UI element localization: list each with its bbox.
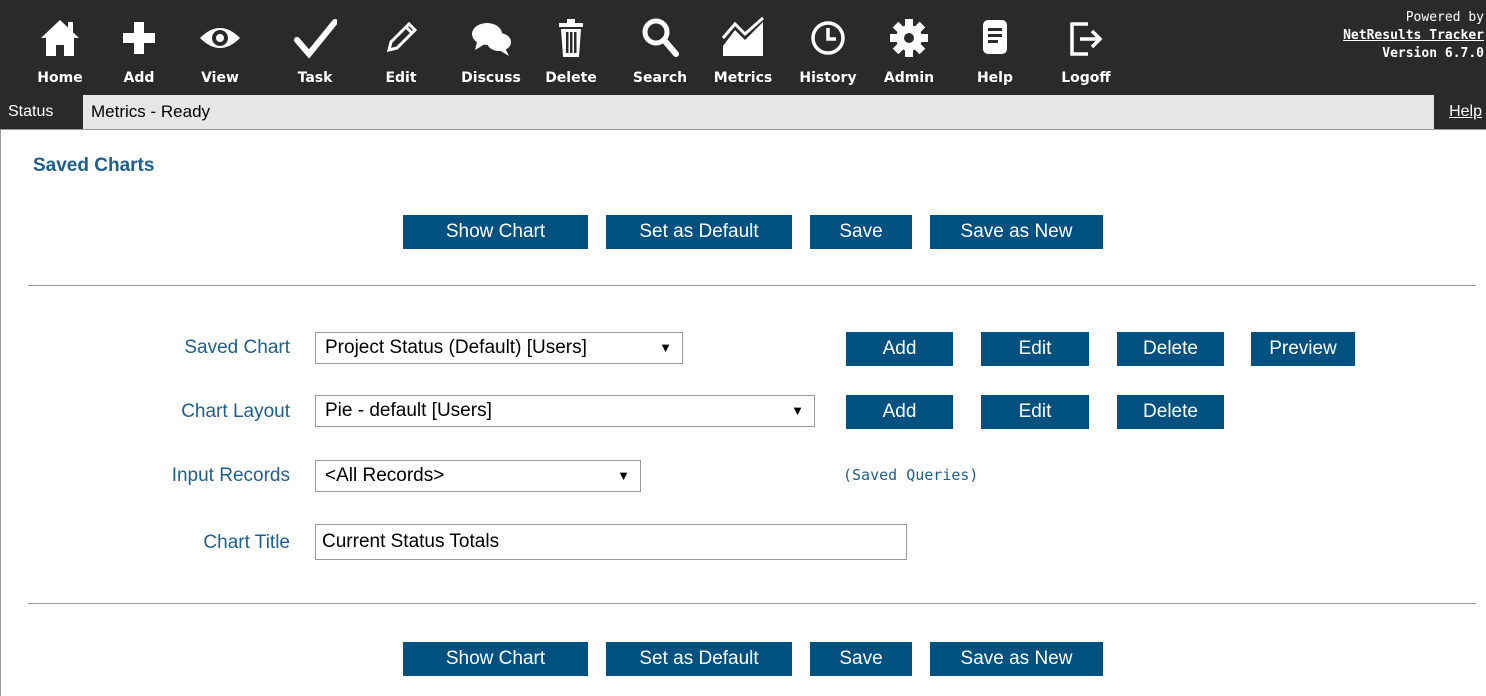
toolbar-edit-button[interactable]: Edit: [374, 0, 428, 95]
toolbar-logoff-label: Logoff: [1061, 70, 1111, 86]
document-icon: [983, 20, 1007, 54]
input-records-value: <All Records>: [325, 465, 445, 486]
chart-layout-label: Chart Layout: [181, 401, 290, 422]
status-message: Metrics - Ready: [91, 102, 211, 121]
toolbar-metrics-label: Metrics: [713, 70, 773, 86]
section-title: Saved Charts: [33, 155, 155, 176]
saved-chart-preview-button[interactable]: Preview: [1251, 332, 1355, 366]
logout-icon: [1070, 22, 1103, 56]
toolbar-admin-label: Admin: [883, 70, 935, 86]
toolbar-view-label: View: [201, 70, 239, 86]
chart-layout-edit-button[interactable]: Edit: [981, 395, 1089, 429]
toolbar-view-button[interactable]: View: [188, 0, 252, 95]
save-as-new-button-bottom[interactable]: Save as New: [930, 642, 1103, 676]
toolbar-home-label: Home: [37, 70, 83, 86]
trash-icon: [559, 19, 583, 57]
chart-icon: [721, 16, 764, 56]
chart-layout-delete-button[interactable]: Delete: [1117, 395, 1224, 429]
saved-queries-link[interactable]: (Saved Queries): [843, 466, 978, 484]
version-text: Version 6.7.0: [1382, 46, 1484, 61]
pencil-icon: [386, 21, 418, 53]
powered-by-block: Powered by NetResults Tracker Version 6.…: [1343, 9, 1484, 63]
eye-icon: [200, 28, 240, 48]
toolbar-admin-button[interactable]: Admin: [878, 0, 940, 95]
left-border: [0, 129, 1, 696]
toolbar-task-button[interactable]: Task: [288, 0, 342, 95]
toolbar-help-label: Help: [976, 70, 1014, 86]
toolbar-history-button[interactable]: History: [790, 0, 866, 95]
saved-chart-label: Saved Chart: [184, 337, 290, 358]
toolbar-discuss-button[interactable]: Discuss: [448, 0, 534, 95]
main-toolbar: Home Add View Task Edit Discuss Delete S…: [0, 0, 1486, 95]
chart-title-label: Chart Title: [203, 532, 290, 553]
divider-top: [28, 285, 1476, 286]
toolbar-metrics-button[interactable]: Metrics: [706, 0, 780, 95]
toolbar-delete-button[interactable]: Delete: [538, 0, 604, 95]
chart-layout-select[interactable]: Pie - default [Users] ▼: [315, 395, 815, 427]
chart-layout-value: Pie - default [Users]: [325, 400, 492, 421]
powered-by-text: Powered by: [1405, 10, 1484, 25]
toolbar-edit-label: Edit: [385, 70, 417, 86]
toolbar-discuss-label: Discuss: [461, 70, 521, 86]
magnifier-icon: [642, 18, 679, 57]
toolbar-logoff-button[interactable]: Logoff: [1054, 0, 1118, 95]
toolbar-add-button[interactable]: Add: [108, 0, 170, 95]
status-bar: Status Metrics - Ready Help: [0, 95, 1486, 130]
toolbar-help-button[interactable]: Help: [970, 0, 1020, 95]
toolbar-search-button[interactable]: Search: [624, 0, 696, 95]
product-link[interactable]: NetResults Tracker: [1343, 27, 1484, 45]
saved-chart-delete-button[interactable]: Delete: [1117, 332, 1224, 366]
plus-icon: [123, 22, 155, 54]
chart-layout-add-button[interactable]: Add: [846, 395, 953, 429]
saved-chart-value: Project Status (Default) [Users]: [325, 337, 587, 358]
checkmark-icon: [294, 19, 337, 59]
toolbar-task-label: Task: [297, 70, 333, 86]
status-label: Status: [0, 95, 83, 129]
input-records-select[interactable]: <All Records> ▼: [315, 460, 641, 492]
home-icon: [41, 20, 79, 56]
saved-chart-edit-button[interactable]: Edit: [981, 332, 1089, 366]
gear-icon: [890, 19, 928, 57]
save-as-new-button-top[interactable]: Save as New: [930, 215, 1103, 249]
save-button-top[interactable]: Save: [810, 215, 912, 249]
dropdown-arrow-icon: ▼: [659, 340, 672, 355]
chat-bubbles-icon: [472, 23, 511, 56]
dropdown-arrow-icon: ▼: [617, 468, 630, 483]
toolbar-home-button[interactable]: Home: [24, 0, 96, 95]
saved-chart-add-button[interactable]: Add: [846, 332, 953, 366]
divider-bottom: [28, 603, 1476, 604]
chart-title-input[interactable]: Current Status Totals: [315, 524, 907, 560]
status-help-link[interactable]: Help: [1434, 95, 1486, 129]
saved-chart-select[interactable]: Project Status (Default) [Users] ▼: [315, 332, 683, 364]
set-default-button-bottom[interactable]: Set as Default: [606, 642, 792, 676]
toolbar-add-label: Add: [123, 70, 155, 86]
set-default-button-top[interactable]: Set as Default: [606, 215, 792, 249]
clock-icon: [811, 21, 845, 55]
save-button-bottom[interactable]: Save: [810, 642, 912, 676]
toolbar-delete-label: Delete: [545, 70, 597, 86]
toolbar-history-label: History: [799, 70, 857, 86]
toolbar-search-label: Search: [632, 70, 688, 86]
show-chart-button-top[interactable]: Show Chart: [403, 215, 588, 249]
input-records-label: Input Records: [171, 465, 290, 486]
show-chart-button-bottom[interactable]: Show Chart: [403, 642, 588, 676]
dropdown-arrow-icon: ▼: [791, 403, 804, 418]
